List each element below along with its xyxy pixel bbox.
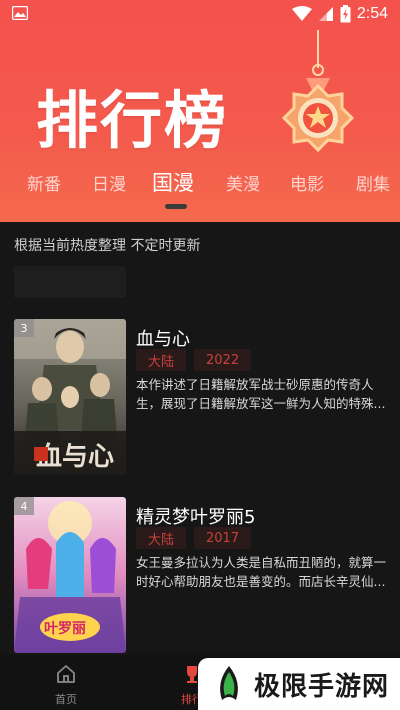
tab-american[interactable]: 美漫 [226,170,260,195]
list-item[interactable]: 叶罗丽 4 精灵梦叶罗丽5 大陆 2017 女王曼多拉认为人类是自私而丑陋的，就… [14,497,386,653]
medal-icon [281,30,355,153]
tab-japanese[interactable]: 日漫 [92,170,126,195]
wifi-icon [291,6,312,21]
tab-movie[interactable]: 电影 [290,170,324,195]
clock: 2:54 [356,5,388,22]
tab-new[interactable]: 新番 [27,170,61,195]
poster-image[interactable]: 叶罗丽 4 [14,497,126,653]
item-title[interactable]: 血与心 [136,325,190,351]
poster-artwork: 叶罗丽 [14,497,126,653]
region-tag: 大陆 [136,527,187,549]
home-icon [57,665,75,683]
nav-home-label: 首页 [55,693,77,706]
list-item[interactable]: 血与心 3 血与心 大陆 2022 本作讲述了日籍解放军战士砂原惠的传奇人生，展… [14,319,386,475]
gallery-notification-icon [12,6,28,20]
rank-badge: 4 [14,497,34,515]
list-subtitle: 根据当前热度整理 不定时更新 [14,238,201,254]
poster-image[interactable]: 血与心 3 [14,319,126,475]
region-tag: 大陆 [136,349,187,371]
status-icons: 2:54 [291,4,388,24]
poster-placeholder[interactable] [14,266,126,298]
year-tag: 2022 [194,349,252,371]
item-title[interactable]: 精灵梦叶罗丽5 [136,503,255,529]
tab-indicator [165,204,187,209]
watermark-text: 极限手游网 [254,671,390,702]
year-tag: 2017 [194,527,252,549]
nav-home[interactable]: 首页 [36,663,96,707]
tab-chinese[interactable]: 国漫 [152,167,194,197]
status-bar: 2:54 [0,0,400,28]
ranking-header: 2:54 排行榜 新番 日漫 国漫 美漫 电影 剧集 [0,0,400,222]
item-description: 女王曼多拉认为人类是自私而丑陋的，就算一时好心帮助朋友也是善变的。而店长辛灵仙.… [136,555,386,589]
svg-text:叶罗丽: 叶罗丽 [44,621,86,637]
poster-artwork: 血与心 [14,319,126,475]
battery-icon [340,5,351,23]
category-tabs: 新番 日漫 国漫 美漫 电影 剧集 [0,170,400,206]
page-title: 排行榜 [36,84,229,157]
signal-icon [318,7,333,21]
rank-badge: 3 [14,319,34,337]
site-watermark: 极限手游网 [198,658,400,710]
item-description: 本作讲述了日籍解放军战士砂原惠的传奇人生，展现了日籍解放军这一鲜为人知的特殊..… [136,377,386,411]
watermark-logo-icon [220,666,238,700]
tab-series[interactable]: 剧集 [356,170,390,195]
